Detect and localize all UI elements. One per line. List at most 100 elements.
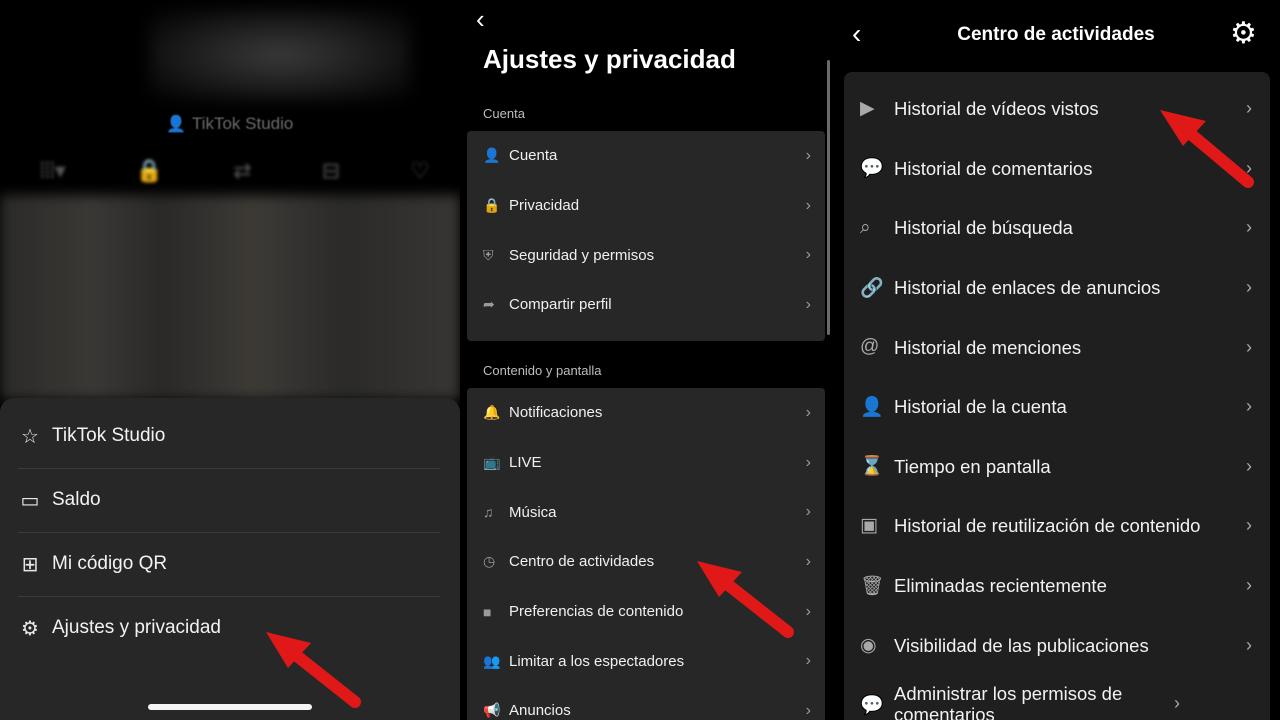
comment-settings-icon: 💬 — [860, 695, 884, 716]
chevron-right-icon: › — [1246, 455, 1252, 476]
chevron-right-icon: › — [1246, 98, 1252, 119]
repost-icon[interactable]: ⇄ — [233, 158, 251, 184]
bell-icon: 🔔 — [483, 404, 501, 421]
video-camera-icon: ■ — [483, 603, 492, 620]
sheet-item-qr-code[interactable]: ⊞ Mi código QR — [18, 532, 440, 596]
chevron-right-icon: › — [805, 246, 811, 264]
gear-icon: ⚙ — [21, 617, 39, 640]
person-icon: 👤 — [483, 147, 501, 164]
eye-icon: ◉ — [860, 634, 877, 656]
blurred-video-grid — [0, 195, 460, 400]
share-icon: ➦ — [483, 296, 495, 313]
section-header-content: Contenido y pantalla — [483, 363, 602, 378]
chevron-right-icon: › — [805, 146, 811, 164]
shield-icon: ⛨ — [483, 246, 494, 263]
settings-panel: ‹ Ajustes y privacidad Cuenta 👤 Cuenta ›… — [462, 0, 840, 720]
scrollbar[interactable] — [827, 60, 830, 335]
sheet-item-settings[interactable]: ⚙ Ajustes y privacidad — [18, 596, 440, 660]
chevron-right-icon: › — [1246, 575, 1252, 596]
megaphone-icon: 📢 — [483, 702, 501, 719]
link-icon: 🔗 — [860, 277, 884, 299]
chevron-right-icon: › — [805, 552, 811, 570]
profile-menu-sheet: ☆ TikTok Studio ▭ Saldo ⊞ Mi código QR ⚙… — [0, 398, 460, 720]
sheet-item-saldo[interactable]: ▭ Saldo — [18, 468, 440, 532]
qr-code-icon: ⊞ — [21, 553, 39, 576]
activity-item-comentarios[interactable]: 💬 Historial de comentarios › — [844, 139, 1270, 199]
settings-item-preferencias-contenido[interactable]: ■ Preferencias de contenido › — [467, 587, 825, 637]
home-indicator[interactable] — [148, 704, 312, 710]
chevron-right-icon: › — [1246, 157, 1252, 178]
play-circle-icon: ▶ — [860, 98, 875, 120]
chevron-right-icon: › — [805, 295, 811, 313]
chevron-right-icon: › — [805, 196, 811, 214]
settings-item-privacidad[interactable]: 🔒 Privacidad › — [467, 181, 825, 231]
settings-item-limitar-espectadores[interactable]: 👥 Limitar a los espectadores › — [467, 636, 825, 686]
creator-star-icon: 👤 — [166, 116, 186, 133]
chevron-right-icon: › — [1174, 693, 1180, 713]
chevron-right-icon: › — [1246, 336, 1252, 357]
chevron-right-icon: › — [805, 701, 811, 719]
chevron-right-icon: › — [1246, 277, 1252, 298]
person-icon: 👤 — [860, 396, 884, 418]
grid-icon[interactable]: ⦙⦙⦙▾ — [40, 158, 66, 184]
activity-item-eliminadas[interactable]: 🗑 Eliminadas recientemente › — [844, 556, 1270, 616]
section-header-account: Cuenta — [483, 106, 525, 121]
at-sign-icon: @ — [860, 336, 880, 358]
settings-item-compartir-perfil[interactable]: ➦ Compartir perfil › — [467, 280, 825, 330]
settings-item-centro-actividades[interactable]: ◷ Centro de actividades › — [467, 537, 825, 587]
content-settings-group: 🔔 Notificaciones › 📺 LIVE › ♫ Música › ◷… — [467, 388, 825, 720]
chevron-right-icon: › — [1246, 515, 1252, 536]
live-tv-icon: 📺 — [483, 454, 501, 471]
account-settings-group: 👤 Cuenta › 🔒 Privacidad › ⛨ Seguridad y … — [467, 131, 825, 341]
settings-item-cuenta[interactable]: 👤 Cuenta › — [467, 131, 825, 181]
sheet-item-tiktok-studio[interactable]: ☆ TikTok Studio — [18, 404, 440, 468]
comment-icon: 💬 — [860, 158, 884, 180]
settings-item-seguridad[interactable]: ⛨ Seguridad y permisos › — [467, 230, 825, 280]
profile-tabs-blurred: ⦙⦙⦙▾ 🔒 ⇄ ⊟ ♡ — [40, 158, 430, 184]
activity-list: ▶ Historial de vídeos vistos › 💬 Histori… — [844, 72, 1270, 720]
chevron-right-icon: › — [805, 602, 811, 620]
heart-icon[interactable]: ♡ — [410, 158, 430, 184]
activity-item-busqueda[interactable]: ⌕ Historial de búsqueda › — [844, 198, 1270, 258]
activity-item-tiempo-pantalla[interactable]: ⌛ Tiempo en pantalla › — [844, 437, 1270, 497]
chevron-left-icon: ‹ — [476, 4, 485, 34]
music-note-icon: ♫ — [483, 504, 494, 521]
search-icon: ⌕ — [860, 216, 871, 238]
trash-icon: 🗑 — [860, 575, 885, 597]
video-reuse-icon: ▣ — [860, 515, 878, 537]
activity-item-menciones[interactable]: @ Historial de menciones › — [844, 317, 1270, 377]
settings-item-notificaciones[interactable]: 🔔 Notificaciones › — [467, 388, 825, 438]
activity-center-panel: ‹ Centro de actividades ⚙ ▶ Historial de… — [842, 0, 1280, 720]
people-icon: 👥 — [483, 652, 501, 669]
settings-item-anuncios[interactable]: 📢 Anuncios › — [467, 686, 825, 720]
bookmark-icon[interactable]: ⊟ — [322, 158, 340, 184]
tiktok-studio-link-blurred[interactable]: 👤 TikTok Studio — [166, 114, 293, 134]
activity-item-cuenta[interactable]: 👤 Historial de la cuenta › — [844, 377, 1270, 437]
chevron-right-icon: › — [1246, 634, 1252, 655]
chevron-right-icon: › — [805, 453, 811, 471]
activity-item-visibilidad[interactable]: ◉ Visibilidad de las publicaciones › — [844, 615, 1270, 675]
chevron-right-icon: › — [1246, 396, 1252, 417]
chevron-right-icon: › — [805, 503, 811, 521]
settings-item-live[interactable]: 📺 LIVE › — [467, 438, 825, 488]
page-title: Ajustes y privacidad — [483, 44, 736, 74]
profile-panel: 👤 TikTok Studio ⦙⦙⦙▾ 🔒 ⇄ ⊟ ♡ ☆ TikTok St… — [0, 0, 460, 720]
hourglass-icon: ⌛ — [860, 456, 884, 478]
lock-icon[interactable]: 🔒 — [136, 158, 163, 184]
gear-icon[interactable]: ⚙ — [1230, 16, 1257, 51]
creator-star-icon: ☆ — [21, 425, 39, 448]
clock-icon: ◷ — [483, 553, 496, 570]
chevron-right-icon: › — [805, 403, 811, 421]
wallet-icon: ▭ — [20, 489, 40, 512]
chevron-right-icon: › — [805, 652, 811, 670]
activity-item-enlaces-anuncios[interactable]: 🔗 Historial de enlaces de anuncios › — [844, 258, 1270, 318]
settings-item-musica[interactable]: ♫ Música › — [467, 487, 825, 537]
activity-item-videos-vistos[interactable]: ▶ Historial de vídeos vistos › — [844, 79, 1270, 139]
lock-icon: 🔒 — [483, 197, 501, 214]
blurred-profile-header — [150, 10, 410, 100]
page-title: Centro de actividades — [957, 24, 1155, 45]
activity-item-reutilizacion[interactable]: ▣ Historial de reutilización de contenid… — [844, 496, 1270, 556]
activity-item-permisos-comentarios[interactable]: 💬 Administrar los permisos de comentario… — [844, 675, 1270, 720]
chevron-right-icon: › — [1246, 217, 1252, 238]
back-button[interactable]: ‹ — [476, 4, 485, 35]
